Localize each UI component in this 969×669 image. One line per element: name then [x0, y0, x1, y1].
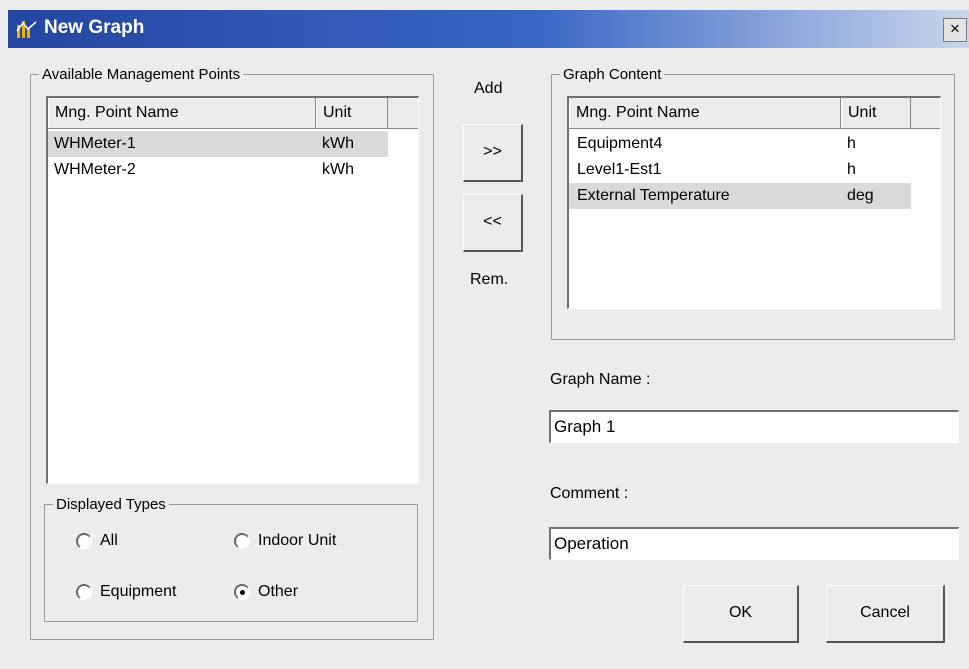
radio-all-indicator — [76, 533, 92, 549]
list-item[interactable]: Level1-Est1 h — [569, 157, 911, 183]
radio-equipment-indicator — [76, 584, 92, 600]
comment-label: Comment : — [550, 485, 629, 502]
remove-button[interactable]: << — [463, 194, 523, 252]
column-header-name[interactable]: Mng. Point Name — [48, 98, 316, 128]
close-icon[interactable]: × — [943, 18, 967, 42]
list-item[interactable]: WHMeter-1 kWh — [48, 131, 388, 157]
add-button[interactable]: >> — [463, 124, 523, 182]
graph-content-list[interactable]: Mng. Point Name Unit Equipment4 h Level1… — [567, 96, 941, 309]
available-points-list[interactable]: Mng. Point Name Unit WHMeter-1 kWh WHMet… — [46, 96, 419, 484]
column-header-name[interactable]: Mng. Point Name — [569, 98, 841, 128]
ok-button[interactable]: OK — [683, 585, 799, 643]
displayed-types-legend: Displayed Types — [56, 496, 166, 513]
list-item[interactable]: Equipment4 h — [569, 131, 911, 157]
graph-content-list-header: Mng. Point Name Unit — [569, 98, 940, 129]
title-bar: New Graph × — [8, 10, 969, 48]
radio-other-indicator — [234, 584, 250, 600]
graph-name-input[interactable]: Graph 1 — [549, 410, 959, 443]
list-item[interactable]: External Temperature deg — [569, 183, 911, 209]
graph-content-legend: Graph Content — [563, 66, 662, 83]
cancel-button[interactable]: Cancel — [826, 585, 945, 643]
radio-indoor-unit-indicator — [234, 533, 250, 549]
list-item[interactable]: WHMeter-2 kWh — [48, 157, 388, 183]
column-header-unit[interactable]: Unit — [841, 98, 911, 128]
graph-app-icon — [16, 21, 37, 38]
available-points-legend: Available Management Points — [42, 66, 241, 83]
window-title: New Graph — [44, 17, 145, 38]
add-label: Add — [474, 80, 503, 97]
column-header-unit[interactable]: Unit — [316, 98, 388, 128]
comment-input[interactable]: Operation — [549, 527, 959, 560]
available-list-header: Mng. Point Name Unit — [48, 98, 418, 129]
displayed-types-group: Displayed Types — [44, 496, 418, 622]
remove-label: Rem. — [470, 271, 509, 288]
graph-name-label: Graph Name : — [550, 371, 651, 388]
new-graph-dialog: New Graph × Available Management Points … — [0, 0, 969, 669]
